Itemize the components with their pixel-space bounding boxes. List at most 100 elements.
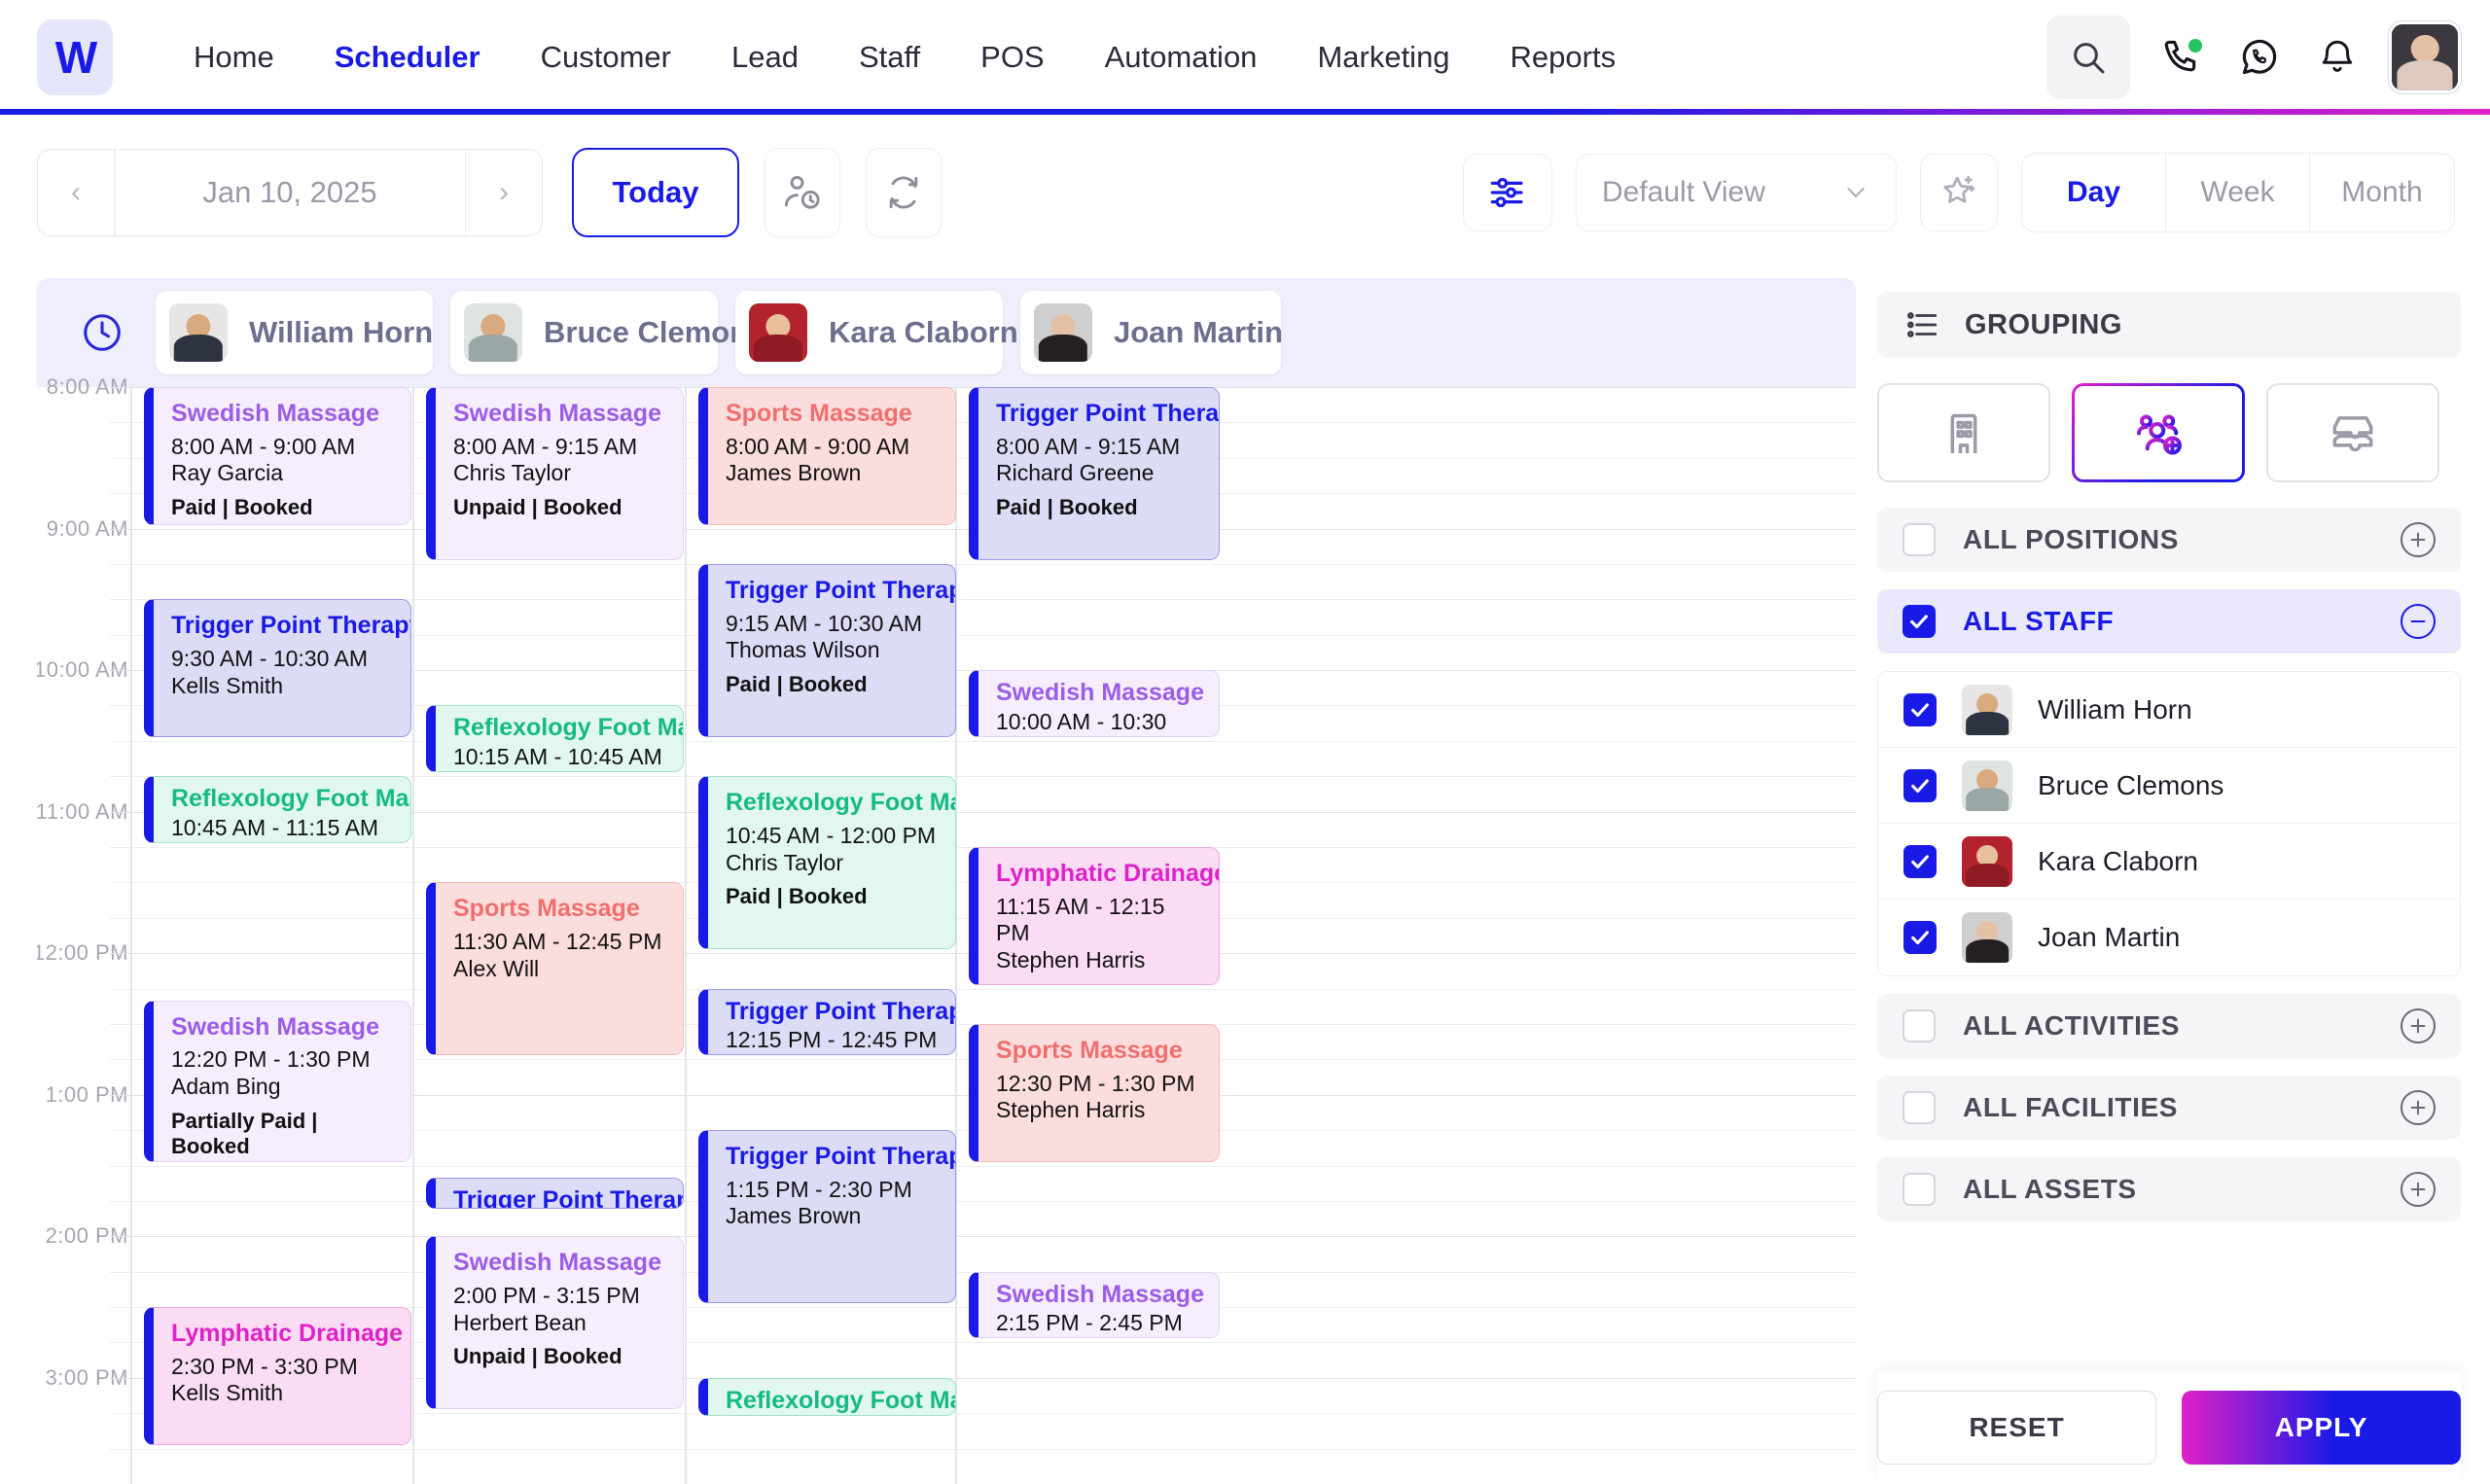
calendar-event[interactable]: Sports Massage 12:30 PM - 1:30 PM Stephen … bbox=[969, 1023, 1220, 1162]
filter-label: ALL ASSETS bbox=[1963, 1174, 2137, 1204]
calendar-event[interactable]: Trigger Point Therapy 9:15 AM - 10:30 AM T… bbox=[698, 563, 956, 737]
event-customer: Kells Smith bbox=[171, 1380, 284, 1406]
calendar-event[interactable]: Reflexology Foot Massage10:15 AM - 10:45… bbox=[426, 705, 684, 773]
filter-checkbox[interactable] bbox=[1903, 1009, 1936, 1042]
search-icon[interactable] bbox=[2046, 16, 2130, 99]
event-time: 9:15 AM - 10:30 AM bbox=[726, 610, 923, 636]
expand-plus-icon[interactable] bbox=[2401, 522, 2436, 557]
avatar bbox=[1962, 912, 2012, 963]
calendar-event[interactable]: Trigger Point Therapy 1:15 PM - 2:30 PM Ja… bbox=[698, 1130, 956, 1304]
calendar-event[interactable]: Swedish Massage10:00 AM - 10:30 AM bbox=[969, 670, 1220, 737]
calendar-event[interactable]: Trigger Point Therapy 8:00 AM - 9:15 AMRi… bbox=[969, 387, 1220, 560]
view-mode-day[interactable]: Day bbox=[2022, 154, 2166, 231]
filter-checkbox[interactable] bbox=[1903, 1091, 1936, 1124]
event-time: 11:15 AM - 12:15 PM bbox=[996, 893, 1165, 946]
prev-date-button[interactable]: ‹ bbox=[38, 150, 114, 235]
calendar-event[interactable]: Sports Massage 8:00 AM - 9:00 AM James Bro… bbox=[698, 387, 956, 525]
staff-column-header-1[interactable]: William Horn bbox=[156, 291, 433, 374]
calendar-event[interactable]: Reflexology Foot Massage 10:45 AM - 12:00… bbox=[698, 776, 956, 950]
main-nav-items: Home Scheduler Customer Lead Staff POS Automat… bbox=[163, 40, 1646, 75]
calendar-event[interactable]: Swedish Massage 12:20 PM - 1:30 PM Adam Bi… bbox=[144, 1000, 411, 1162]
app-logo[interactable]: W bbox=[37, 19, 113, 95]
nav-item-marketing[interactable]: Marketing bbox=[1287, 40, 1479, 75]
nav-item-customer[interactable]: Customer bbox=[511, 40, 701, 75]
calendar-event[interactable]: Swedish Massage 2:00 PM - 3:15 PM Herbert … bbox=[426, 1236, 684, 1410]
filter-checkbox[interactable] bbox=[1903, 605, 1936, 638]
staff-column-header-3[interactable]: Kara Claborn bbox=[735, 291, 1018, 374]
event-customer: James Brown bbox=[726, 1203, 862, 1229]
expand-plus-icon[interactable] bbox=[2401, 1008, 2436, 1043]
staff-filter-item[interactable]: Bruce Clemons bbox=[1878, 748, 2460, 824]
staff-column-header-4[interactable]: Joan Martin bbox=[1020, 291, 1283, 374]
reset-button[interactable]: RESET bbox=[1877, 1391, 2157, 1465]
staff-filter-item[interactable]: Kara Claborn bbox=[1878, 824, 2460, 900]
staff-checkbox[interactable] bbox=[1903, 768, 1937, 802]
whatsapp-icon[interactable] bbox=[2233, 31, 2286, 84]
nav-item-staff[interactable]: Staff bbox=[829, 40, 950, 75]
event-title: Lymphatic Drainage Massage bbox=[171, 1320, 410, 1348]
calendar-event[interactable]: Sports Massage 11:30 AM - 12:45 PM Alex Wi… bbox=[426, 882, 684, 1056]
view-selector[interactable]: Default View bbox=[1576, 154, 1897, 231]
avatar[interactable] bbox=[2389, 21, 2461, 93]
calendar-event[interactable]: Swedish Massage 8:00 AM - 9:00 AM Ray Garc… bbox=[144, 387, 411, 525]
view-mode-month[interactable]: Month bbox=[2310, 154, 2454, 231]
filter-row-all-facilities[interactable]: ALL FACILITIES bbox=[1877, 1076, 2461, 1140]
expand-plus-icon[interactable] bbox=[2401, 1090, 2436, 1125]
event-title: Sports Massage bbox=[453, 895, 640, 923]
users-add-icon bbox=[2137, 414, 2182, 455]
refresh-icon[interactable] bbox=[866, 148, 942, 237]
calendar-event[interactable]: Reflexology Foot Massage10:45 AM - 11:15… bbox=[144, 776, 411, 844]
expand-plus-icon[interactable] bbox=[2401, 1172, 2436, 1207]
grouping-title: GROUPING bbox=[1965, 308, 2122, 340]
phone-call-icon[interactable] bbox=[2155, 31, 2208, 84]
grouping-tile-facility[interactable] bbox=[1877, 383, 2050, 482]
grouping-tile-staff[interactable] bbox=[2072, 383, 2245, 482]
calendar-event[interactable]: Trigger Point Therapy 9:30 AM - 10:30 AM K… bbox=[144, 599, 411, 737]
calendar-event[interactable]: Swedish Massage 2:15 PM - 2:45 PM bbox=[969, 1271, 1220, 1339]
staff-checkbox[interactable] bbox=[1903, 692, 1937, 726]
calendar-event[interactable]: Lymphatic Drainage Massage 11:15 AM - 12:… bbox=[969, 847, 1220, 985]
event-title: Swedish Massage bbox=[171, 1012, 379, 1041]
grouping-tile-assets[interactable] bbox=[2266, 383, 2439, 482]
staff-checkbox[interactable] bbox=[1903, 921, 1937, 954]
bell-icon[interactable] bbox=[2311, 31, 2364, 84]
avatar bbox=[1034, 303, 1092, 362]
filter-checkbox[interactable] bbox=[1903, 523, 1936, 556]
calendar-event[interactable]: Trigger Point Therapy bbox=[426, 1177, 684, 1209]
staff-filter-item[interactable]: Joan Martin bbox=[1878, 900, 2460, 975]
calendar-event[interactable]: Swedish Massage 8:00 AM - 9:15 AM Chris Ta… bbox=[426, 387, 684, 560]
filter-row-all-staff[interactable]: ALL STAFF bbox=[1877, 589, 2461, 654]
nav-item-reports[interactable]: Reports bbox=[1480, 40, 1647, 75]
nav-item-automation[interactable]: Automation bbox=[1075, 40, 1288, 75]
star-plus-icon[interactable] bbox=[1920, 154, 1998, 231]
filter-checkbox[interactable] bbox=[1903, 1173, 1936, 1206]
current-date-label[interactable]: Jan 10, 2025 bbox=[116, 175, 465, 210]
staff-filter-item[interactable]: William Horn bbox=[1878, 672, 2460, 748]
filter-row-all-assets[interactable]: ALL ASSETS bbox=[1877, 1157, 2461, 1221]
next-date-button[interactable]: › bbox=[466, 150, 542, 235]
event-time: 8:00 AM - 9:15 AM bbox=[453, 433, 638, 459]
calendar-event[interactable]: Reflexology Foot Massage bbox=[698, 1377, 956, 1417]
calendar-event[interactable]: Trigger Point Therapy 12:15 PM - 12:45 PM bbox=[698, 988, 956, 1056]
staff-column-header-2[interactable]: Bruce Clemons bbox=[450, 291, 765, 374]
event-status: Partially Paid | Booked bbox=[171, 1108, 318, 1158]
filter-row-all-positions[interactable]: ALL POSITIONS bbox=[1877, 508, 2461, 572]
filter-settings-icon[interactable] bbox=[1463, 154, 1552, 231]
user-clock-icon[interactable] bbox=[765, 148, 840, 237]
event-time: 2:15 PM - 2:45 PM bbox=[996, 1310, 1183, 1336]
nav-item-scheduler[interactable]: Scheduler bbox=[304, 40, 511, 75]
today-button[interactable]: Today bbox=[572, 148, 739, 237]
nav-item-home[interactable]: Home bbox=[163, 40, 304, 75]
clock-icon bbox=[49, 310, 156, 355]
nav-item-lead[interactable]: Lead bbox=[701, 40, 829, 75]
event-customer: Richard Greene bbox=[996, 460, 1155, 486]
staff-name: Joan Martin bbox=[2038, 922, 2181, 952]
event-customer: Ray Garcia bbox=[171, 460, 284, 486]
nav-item-pos[interactable]: POS bbox=[950, 40, 1074, 75]
filter-row-all-activities[interactable]: ALL ACTIVITIES bbox=[1877, 994, 2461, 1058]
staff-checkbox[interactable] bbox=[1903, 844, 1937, 878]
view-mode-week[interactable]: Week bbox=[2166, 154, 2310, 231]
collapse-minus-icon[interactable] bbox=[2401, 604, 2436, 639]
apply-button[interactable]: APPLY bbox=[2182, 1391, 2461, 1465]
calendar-event[interactable]: Lymphatic Drainage Massage 2:30 PM - 3:30… bbox=[144, 1307, 411, 1445]
